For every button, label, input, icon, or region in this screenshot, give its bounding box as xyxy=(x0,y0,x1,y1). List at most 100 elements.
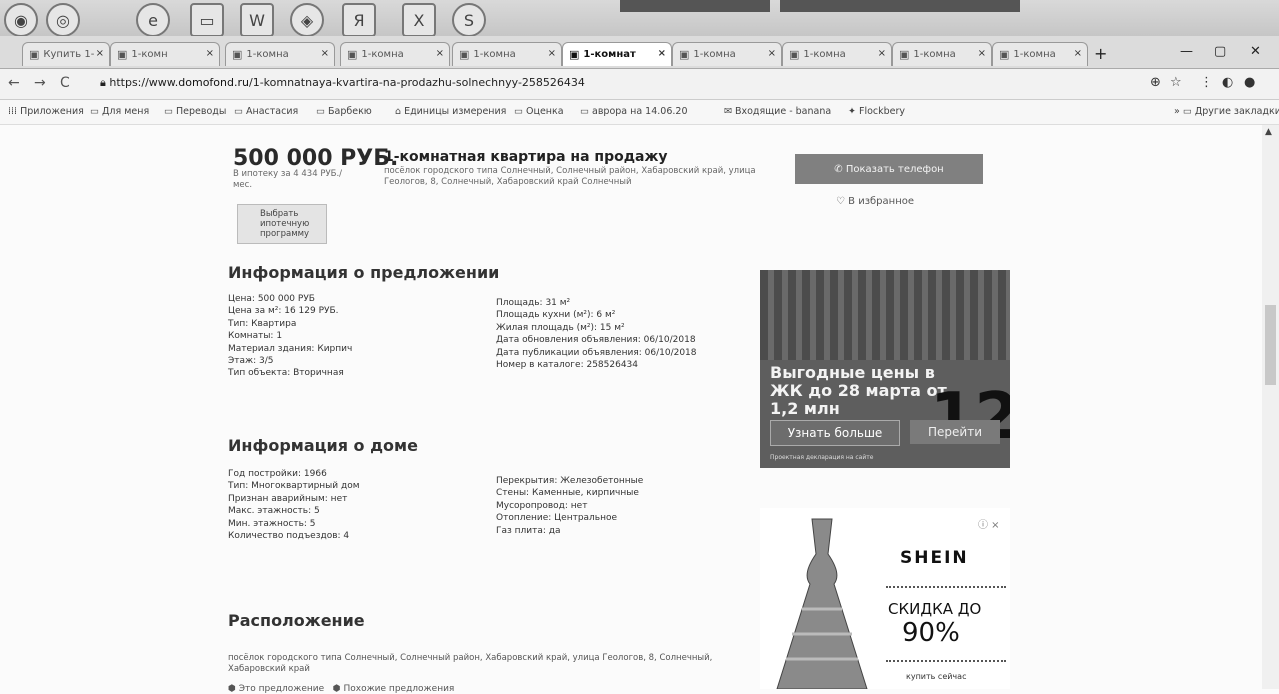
bookmark-item[interactable]: ▭ Барбекю xyxy=(316,106,372,117)
tab-label: 1-комна xyxy=(803,49,846,60)
ad-learn-more-button[interactable]: Узнать больше xyxy=(770,420,900,446)
tab[interactable]: ▣ 1-комна × xyxy=(225,42,335,66)
scroll-up-icon[interactable]: ▲ xyxy=(1265,127,1272,137)
maximize-button[interactable]: ▢ xyxy=(1214,44,1226,59)
bookmark-item[interactable]: ▭ Переводы xyxy=(164,106,226,117)
tab[interactable]: ▣ 1-комна × xyxy=(992,42,1088,66)
choose-mortgage-button[interactable]: Выбрать ипотечную программу xyxy=(237,204,327,244)
tab[interactable]: ▣ 1-комн × xyxy=(110,42,220,66)
ad-discount-line1: СКИДКА ДО xyxy=(888,600,982,618)
minimize-button[interactable]: — xyxy=(1180,44,1193,59)
divider xyxy=(886,660,1006,662)
house-info-left: Год постройки: 1966 Тип: Многоквартирный… xyxy=(228,468,360,542)
ad-brand: SHEIN xyxy=(900,548,969,568)
bird-icon: ✦ xyxy=(848,106,859,117)
close-icon[interactable]: × xyxy=(768,48,776,59)
other-bookmarks[interactable]: » ▭ Другие закладки xyxy=(1174,106,1279,117)
ad-close-icon[interactable]: ⓘ × xyxy=(978,516,1000,531)
show-phone-button[interactable]: ✆ Показать телефон xyxy=(795,154,983,184)
back-icon[interactable]: ← xyxy=(8,75,20,91)
apps-icon: ⁞⁞⁞ xyxy=(8,106,21,117)
tab[interactable]: ▣ 1-комна × xyxy=(452,42,562,66)
bookmark-item[interactable]: ✦ Flockbery xyxy=(848,106,905,117)
similar-offers-link[interactable]: Похожие предложения xyxy=(343,684,454,694)
folder-icon: ▭ xyxy=(90,106,102,117)
tab-label: 1-комна xyxy=(1013,49,1056,60)
bookmark-apps[interactable]: ⁞⁞⁞ Приложения xyxy=(8,106,84,117)
tab-label: 1-комна xyxy=(246,49,289,60)
close-icon[interactable]: × xyxy=(436,48,444,59)
shein-ad[interactable]: ⓘ × SHEIN СКИДКА ДО 90% купить сейчас xyxy=(760,508,1010,689)
close-icon[interactable]: × xyxy=(321,48,329,59)
ad-go-button[interactable]: Перейти xyxy=(910,420,1000,444)
folder-icon[interactable]: ▭ xyxy=(190,3,224,37)
bookmark-item[interactable]: ⌂ Единицы измерения xyxy=(395,106,506,117)
scrollbar-thumb[interactable] xyxy=(1265,305,1276,385)
tab[interactable]: ▣ 1-комна × xyxy=(782,42,892,66)
mortgage-text: В ипотеку за 4 434 РУБ./мес. xyxy=(233,169,343,190)
skype-icon[interactable]: S xyxy=(452,3,486,37)
tab[interactable]: ▣ 1-комна × xyxy=(672,42,782,66)
forward-icon[interactable]: → xyxy=(34,75,46,91)
page-icon: ▣ xyxy=(569,48,580,61)
new-tab-button[interactable]: + xyxy=(1094,44,1107,63)
price: 500 000 РУБ. xyxy=(233,146,399,171)
url-field[interactable]: 🔒︎ https://www.domofond.ru/1-komnatnaya-… xyxy=(100,76,585,90)
ad-building-image xyxy=(760,270,1010,360)
ad-shop-link[interactable]: купить сейчас xyxy=(906,672,966,681)
close-icon[interactable]: × xyxy=(658,48,666,59)
close-window-button[interactable]: ✕ xyxy=(1250,44,1261,59)
info-row: Дата публикации объявления: 06/10/2018 xyxy=(496,347,697,358)
tab-strip: ▣ Купить 1- × ▣ 1-комн × ▣ 1-комна × ▣ 1-комна ×… xyxy=(0,36,1279,69)
ie-icon[interactable]: e xyxy=(136,3,170,37)
excel-icon[interactable]: X xyxy=(402,3,436,37)
tab-label: 1-комн xyxy=(131,49,168,60)
close-icon[interactable]: × xyxy=(206,48,214,59)
account-icon[interactable]: ◐ xyxy=(1222,75,1233,90)
this-offer-link[interactable]: Это предложение xyxy=(239,684,324,694)
info-row: Цена: 500 000 РУБ xyxy=(228,294,315,304)
url-host: domofond.ru xyxy=(178,76,249,89)
yandex-icon[interactable]: Я xyxy=(342,3,376,37)
realty-ad[interactable]: Выгодные цены в ЖК до 28 марта от 1,2 мл… xyxy=(760,270,1010,468)
menu-icon[interactable]: ● xyxy=(1244,75,1255,90)
info-row: Жилая площадь (м²): 15 м² xyxy=(496,322,625,333)
close-icon[interactable]: × xyxy=(96,48,104,59)
info-row: Площадь: 31 м² xyxy=(496,298,571,308)
folder-icon: » ▭ xyxy=(1174,106,1195,117)
favorites-link[interactable]: ♡ В избранное xyxy=(836,196,914,207)
close-icon[interactable]: × xyxy=(978,48,986,59)
offer-info-left: Цена: 500 000 РУБ Цена за м²: 16 129 РУБ… xyxy=(228,293,352,380)
chrome-alt-icon[interactable]: ◎ xyxy=(46,3,80,37)
tab[interactable]: ▣ 1-комна × xyxy=(340,42,450,66)
tab[interactable]: ▣ 1-комна × xyxy=(892,42,992,66)
media-icon[interactable]: ◈ xyxy=(290,3,324,37)
bookmark-item[interactable]: ✉ Входящие - banana xyxy=(724,106,831,117)
folder-icon: ▭ xyxy=(580,106,592,117)
info-row: Газ плита: да xyxy=(496,525,561,536)
close-icon[interactable]: × xyxy=(878,48,886,59)
page-icon: ▣ xyxy=(347,48,358,61)
star-icon[interactable]: ☆ xyxy=(1170,75,1182,90)
scrollbar[interactable]: ▲ xyxy=(1262,125,1279,689)
tab[interactable]: ▣ Купить 1- × xyxy=(22,42,110,66)
chrome-icon[interactable]: ◉ xyxy=(4,3,38,37)
bookmark-item[interactable]: ▭ Оценка xyxy=(514,106,564,117)
word-icon[interactable]: W xyxy=(240,3,274,37)
listing-title: 1-комнатная квартира на продажу xyxy=(384,149,668,165)
zoom-icon[interactable]: ⊕ xyxy=(1150,75,1161,90)
info-row: Количество подъездов: 4 xyxy=(228,531,350,542)
bookmark-item[interactable]: ▭ Для меня xyxy=(90,106,149,117)
info-row: Отопление: Центральное xyxy=(496,513,618,524)
tab-active[interactable]: ▣ 1-комнат × xyxy=(562,42,672,66)
bookmark-item[interactable]: ▭ аврора на 14.06.20 xyxy=(580,106,688,117)
listing-address: посёлок городского типа Солнечный, Солне… xyxy=(384,166,756,187)
close-icon[interactable]: × xyxy=(548,48,556,59)
close-icon[interactable]: × xyxy=(1074,48,1082,59)
bookmark-item[interactable]: ▭ Анастасия xyxy=(234,106,298,117)
extension-icon[interactable]: ⋮ xyxy=(1200,75,1213,90)
folder-icon: ▭ xyxy=(316,106,328,117)
tab-label: 1-комна xyxy=(361,49,404,60)
reload-icon[interactable]: C xyxy=(60,75,70,91)
tab-label: 1-комна xyxy=(913,49,956,60)
